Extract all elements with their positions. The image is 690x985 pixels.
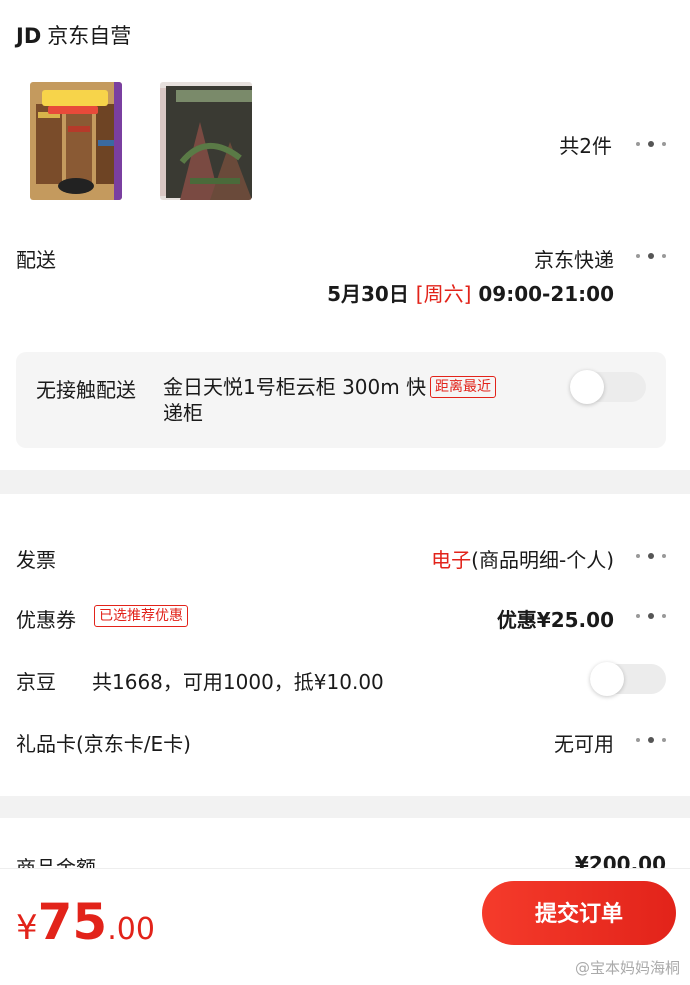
delivery-method[interactable]: 京东快递 [534,244,614,273]
toggle-knob [590,662,624,696]
product-thumbnail[interactable] [160,82,252,200]
more-icon[interactable] [634,550,668,562]
giftcard-label: 礼品卡(京东卡/E卡) [16,732,191,756]
payment-options-card: 发票 电子(商品明细-个人) 优惠券 已选推荐优惠 优惠¥25.00 京豆 共1… [0,494,690,796]
delivery-weekday: [周六] [415,282,472,306]
total-price: ¥75.00 [16,893,155,951]
total-integer: 75 [37,893,108,951]
invoice-type: 电子 [431,548,472,572]
currency-symbol: ¥ [16,908,38,948]
order-confirm-page: JD 京东自营 共2件 配送 京东快递 5月30日 [周六] 09:00-21:… [0,0,690,985]
delivery-time[interactable]: 5月30日 [周六] 09:00-21:00 [327,278,614,307]
product-thumbnail[interactable] [30,82,122,200]
invoice-value[interactable]: 电子(商品明细-个人) [431,544,614,573]
more-icon[interactable] [634,250,668,262]
jingdou-info: 共1668，可用1000，抵¥10.00 [92,670,384,694]
checkout-bar: ¥75.00 提交订单 @宝本妈妈海桐 [0,868,690,985]
section-divider [0,470,690,494]
delivery-label: 配送 [16,248,56,272]
store-name: 京东自营 [47,24,132,48]
jd-logo: JD [16,24,42,48]
invoice-detail: (商品明细-个人) [471,548,614,572]
contactless-label: 无接触配送 [36,378,136,402]
section-divider [0,796,690,818]
invoice-label: 发票 [16,548,56,572]
more-icon[interactable] [634,610,668,622]
coupon-tag: 已选推荐优惠 [94,605,188,627]
pickup-location: 金日天悦1号柜云柜 300m 快递柜 [163,375,427,425]
more-icon[interactable] [634,138,668,150]
total-decimal: .00 [107,912,155,947]
coupon-value[interactable]: 优惠¥25.00 [497,604,614,633]
toggle-knob [570,370,604,404]
pickup-option: 无接触配送 金日天悦1号柜云柜 300m 快递柜 距离最近 [16,352,666,448]
pickup-toggle[interactable] [570,370,646,404]
jingdou-toggle[interactable] [590,662,666,696]
coupon-label: 优惠券 [16,608,76,632]
store-card: JD 京东自营 共2件 配送 京东快递 5月30日 [周六] 09:00-21:… [0,0,690,470]
store-header: JD 京东自营 [16,20,131,50]
watermark: @宝本妈妈海桐 [574,959,680,977]
product-count: 共2件 [559,134,612,158]
giftcard-value[interactable]: 无可用 [554,728,614,757]
submit-order-button[interactable]: 提交订单 [482,881,676,945]
delivery-date: 5月30日 [327,282,409,306]
more-icon[interactable] [634,734,668,746]
jingdou-label: 京豆 [16,670,56,694]
delivery-time-range: 09:00-21:00 [478,282,614,306]
nearest-tag: 距离最近 [430,376,496,398]
